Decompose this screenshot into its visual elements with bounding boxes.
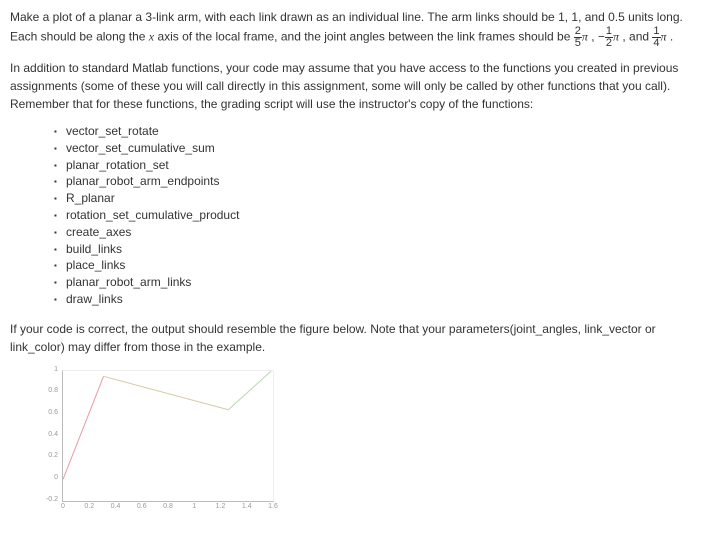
paragraph-2: In addition to standard Matlab functions… [10,59,696,113]
pi: π [582,30,588,44]
function-item: planar_rotation_set [54,157,696,174]
x-tick-label: 0.4 [111,502,121,513]
x-tick-label: 1.6 [268,502,278,513]
x-tick-label: 0.8 [163,502,173,513]
y-tick-label: 0 [40,473,58,484]
x-tick-label: 1.4 [242,502,252,513]
pi: π [613,30,619,44]
fraction-1-2: 12 [605,26,613,49]
y-tick-label: 0.8 [40,386,58,397]
function-item: vector_set_cumulative_sum [54,140,696,157]
function-item: R_planar [54,190,696,207]
arm-link [63,376,104,479]
arm-link [104,376,229,409]
function-item: rotation_set_cumulative_product [54,207,696,224]
text: axis of the local frame, and the joint a… [157,30,573,44]
function-item: vector_set_rotate [54,123,696,140]
y-tick-label: 0.6 [40,408,58,419]
y-tick-label: 0.2 [40,451,58,462]
text: , [591,30,598,44]
arm-link [228,371,272,410]
function-item: draw_links [54,291,696,308]
x-tick-label: 0.6 [137,502,147,513]
function-item: planar_robot_arm_endpoints [54,173,696,190]
function-item: create_axes [54,224,696,241]
y-tick-label: 0.4 [40,430,58,441]
pi: π [661,30,667,44]
fraction-2-5: 25 [574,26,582,49]
x-tick-label: 0 [61,502,65,513]
plot-area: 00.20.40.60.811.21.41.6 [62,370,274,502]
text: . [670,30,673,44]
function-item: place_links [54,257,696,274]
example-plot: 00.20.40.60.811.21.41.6 -0.200.20.40.60.… [40,366,280,516]
function-list: vector_set_rotatevector_set_cumulative_s… [10,123,696,308]
paragraph-3: If your code is correct, the output shou… [10,320,696,356]
x-tick-label: 0.2 [84,502,94,513]
paragraph-1: Make a plot of a planar a 3-link arm, wi… [10,8,696,49]
math-variable-x: x [149,30,154,44]
text: , and [622,30,652,44]
function-item: planar_robot_arm_links [54,274,696,291]
minus: − [598,30,605,44]
fraction-1-4: 14 [652,26,660,49]
y-tick-label: -0.2 [40,495,58,506]
x-tick-label: 1.2 [216,502,226,513]
plot-lines [63,371,273,501]
function-item: build_links [54,241,696,258]
x-tick-label: 1 [192,502,196,513]
y-tick-label: 1 [40,365,58,376]
